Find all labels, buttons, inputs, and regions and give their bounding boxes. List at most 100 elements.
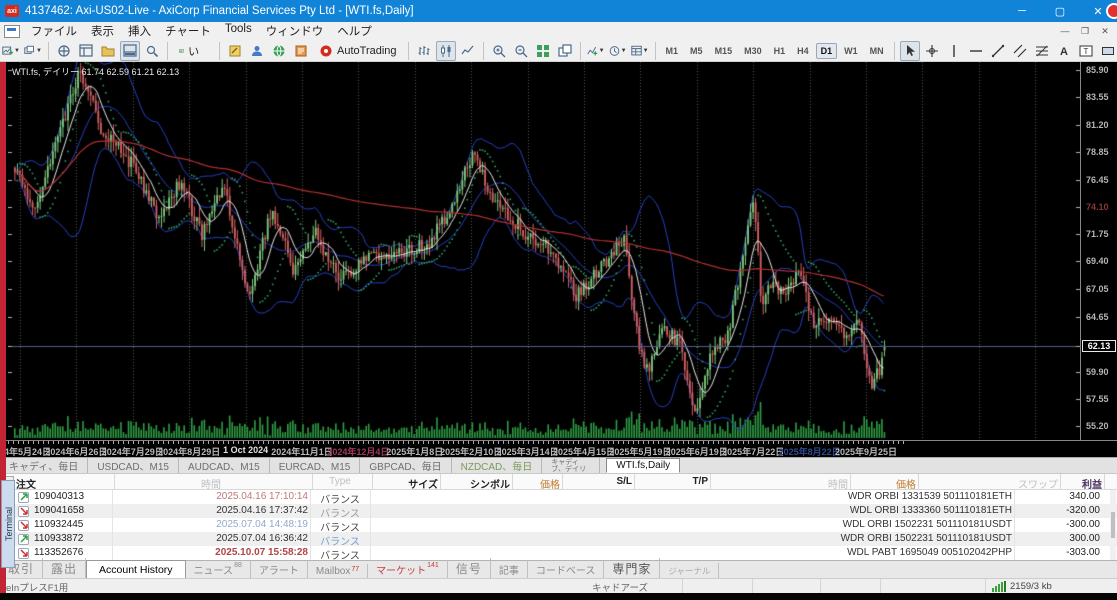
- chart-canvas[interactable]: [8, 62, 1080, 440]
- title-bar[interactable]: axi 4137462: Axi-US02-Live - AxiCorp Fin…: [0, 0, 1117, 22]
- menu-チャート[interactable]: チャート: [158, 22, 218, 40]
- timeframe-m1-button[interactable]: M1: [661, 43, 684, 59]
- web-terminal-icon[interactable]: [269, 41, 289, 61]
- order-row[interactable]: 109041658 2025.04.16 17:37:42 バランス WDL ORBI…: [0, 504, 1117, 520]
- zoom-out-icon[interactable]: [511, 41, 531, 61]
- column-header[interactable]: サイズ: [370, 476, 438, 491]
- text-label-icon[interactable]: T: [1076, 41, 1096, 61]
- terminal-scrollbar[interactable]: [1110, 490, 1116, 560]
- notification-badge-icon[interactable]: [1106, 3, 1117, 19]
- menu-表示[interactable]: 表示: [84, 22, 121, 40]
- timeframe-m15-button[interactable]: M15: [710, 43, 738, 59]
- column-header[interactable]: スワップ: [916, 476, 1058, 491]
- new-chart-icon[interactable]: ▼: [1, 41, 21, 61]
- market-watch-icon[interactable]: [54, 41, 74, 61]
- timeframe-w1-button[interactable]: W1: [839, 43, 863, 59]
- column-header[interactable]: 価格: [510, 476, 560, 491]
- maximize-button[interactable]: ▢: [1041, 0, 1079, 22]
- chart-tab-gbpcad-[interactable]: GBPCAD、毎日: [360, 458, 452, 473]
- menu-ヘルプ[interactable]: ヘルプ: [330, 22, 379, 40]
- zoom-in-icon[interactable]: [489, 41, 509, 61]
- metaeditor-icon[interactable]: [225, 41, 245, 61]
- cursor-icon[interactable]: [899, 40, 920, 61]
- terminal-panel-icon[interactable]: [120, 40, 140, 61]
- candlesticks-icon[interactable]: [435, 40, 456, 61]
- column-header[interactable]: 利益: [1058, 476, 1102, 491]
- column-header[interactable]: 注文: [16, 476, 112, 491]
- status-sec-4: [881, 579, 986, 594]
- chart-tab-wti-fs-daily[interactable]: WTI.fs,Daily: [606, 458, 681, 473]
- mdi-minimize-button[interactable]: —: [1055, 22, 1075, 40]
- terminal-tab-ジャ-ナル[interactable]: ジャーナル: [660, 563, 720, 578]
- date-axis[interactable]: 2024年5月24日2024年6月26日2024年7月29日2024年8月29日…: [0, 440, 1117, 457]
- terminal-tab-コ-ドベ-ス[interactable]: コードベース: [528, 560, 605, 578]
- column-header[interactable]: シンボル: [438, 476, 510, 491]
- experts-icon[interactable]: [247, 41, 267, 61]
- mdi-restore-button[interactable]: ❐: [1075, 22, 1095, 40]
- menu-ウィンドウ[interactable]: ウィンドウ: [259, 22, 331, 40]
- terminal-tab-mailbox[interactable]: Mailbox 77: [308, 564, 369, 578]
- terminal-tab-account-history[interactable]: Account History: [86, 560, 186, 578]
- timeframe-h1-button[interactable]: H1: [769, 43, 791, 59]
- crosshair-icon[interactable]: [922, 41, 942, 61]
- terminal-tab-露出[interactable]: 露出: [43, 558, 87, 578]
- chart-tab--[interactable]: キャディ、毎日: [0, 458, 89, 473]
- menu-Tools[interactable]: Tools: [218, 22, 259, 40]
- profiles-icon[interactable]: ▼: [23, 41, 43, 61]
- templates-icon[interactable]: ▼: [630, 41, 650, 61]
- terminal-tab-マ-ケット[interactable]: マーケット 141: [368, 560, 448, 578]
- text-icon[interactable]: A: [1054, 41, 1074, 61]
- order-row[interactable]: 109040313 2025.04.16 17:10:14 バランス WDR ORBI…: [0, 490, 1117, 506]
- bar-chart-icon[interactable]: [414, 41, 434, 61]
- timeframe-m30-button[interactable]: M30: [739, 43, 767, 59]
- order-row[interactable]: 113352676 2025.10.07 15:58:28 バランス WDL PABT…: [0, 546, 1117, 562]
- shapes-icon[interactable]: [1098, 41, 1117, 61]
- terminal-tab-アラ-ト[interactable]: アラート: [251, 560, 308, 578]
- chart-tab-usdcad-m15[interactable]: USDCAD、M15: [88, 458, 179, 473]
- channel-icon[interactable]: [1010, 41, 1030, 61]
- horizontal-line-icon[interactable]: [966, 41, 986, 61]
- menu-挿入[interactable]: 挿入: [121, 22, 158, 40]
- terminal-side-tab[interactable]: Terminal: [1, 480, 15, 568]
- order-row[interactable]: 110933872 2025.07.04 16:36:42 バランス WDR ORBI…: [0, 532, 1117, 548]
- news-icon[interactable]: [291, 41, 311, 61]
- column-header[interactable]: S/L: [560, 476, 632, 487]
- column-header[interactable]: 時間: [112, 476, 310, 491]
- column-header[interactable]: T/P: [632, 476, 708, 487]
- timeframe-h4-button[interactable]: H4: [792, 43, 814, 59]
- chart-tab-eurcad-m15[interactable]: EURCAD、M15: [270, 458, 361, 473]
- navigator-icon[interactable]: [98, 41, 118, 61]
- fibonacci-icon[interactable]: [1032, 41, 1052, 61]
- chart-tab-nzdcad-[interactable]: NZDCAD、毎日: [452, 458, 543, 473]
- status-server[interactable]: キャドアーズ: [558, 579, 683, 594]
- vertical-line-icon[interactable]: [944, 41, 964, 61]
- terminal-tab-記事[interactable]: 記事: [491, 560, 528, 578]
- terminal-tab-信号[interactable]: 信号: [448, 558, 491, 578]
- timeframe-mn-button[interactable]: MN: [865, 43, 889, 59]
- periods-icon[interactable]: ▼: [608, 41, 628, 61]
- timeframe-d1-button[interactable]: D1: [815, 42, 838, 59]
- column-header[interactable]: 時間: [708, 476, 848, 491]
- terminal-tab-ニュ-ス[interactable]: ニュース 88: [186, 560, 251, 578]
- cascade-windows-icon[interactable]: [555, 41, 575, 61]
- price-axis[interactable]: 85.90 83.55 81.20 78.85 76.45 74.10 71.75 69.40…: [1080, 62, 1117, 440]
- strategy-tester-icon[interactable]: [142, 41, 162, 61]
- menu-ファイル[interactable]: ファイル: [24, 22, 84, 40]
- trendline-icon[interactable]: [988, 41, 1008, 61]
- data-window-icon[interactable]: [76, 41, 96, 61]
- chart-tab-audcad-m15[interactable]: AUDCAD、M15: [179, 458, 270, 473]
- column-header[interactable]: 価格: [848, 476, 916, 491]
- minimize-button[interactable]: ─: [1003, 0, 1041, 22]
- order-row[interactable]: 110932445 2025.07.04 14:48:19 バランス WDL ORBI…: [0, 518, 1117, 534]
- new-order-button[interactable]: 新しい注文: [172, 40, 215, 61]
- line-chart-icon[interactable]: [458, 41, 478, 61]
- chart-tab--[interactable]: キャディブ、デイリ: [542, 458, 601, 473]
- status-connection[interactable]: 2159/3 kb: [986, 579, 1117, 594]
- column-header[interactable]: Type: [310, 476, 370, 487]
- tile-windows-icon[interactable]: [533, 41, 553, 61]
- indicators-icon[interactable]: ▼: [586, 41, 606, 61]
- mdi-close-button[interactable]: ✕: [1095, 22, 1115, 40]
- terminal-tab-専門家[interactable]: 専門家: [604, 558, 661, 578]
- timeframe-m5-button[interactable]: M5: [685, 43, 708, 59]
- autotrading-button[interactable]: AutoTrading: [312, 41, 404, 61]
